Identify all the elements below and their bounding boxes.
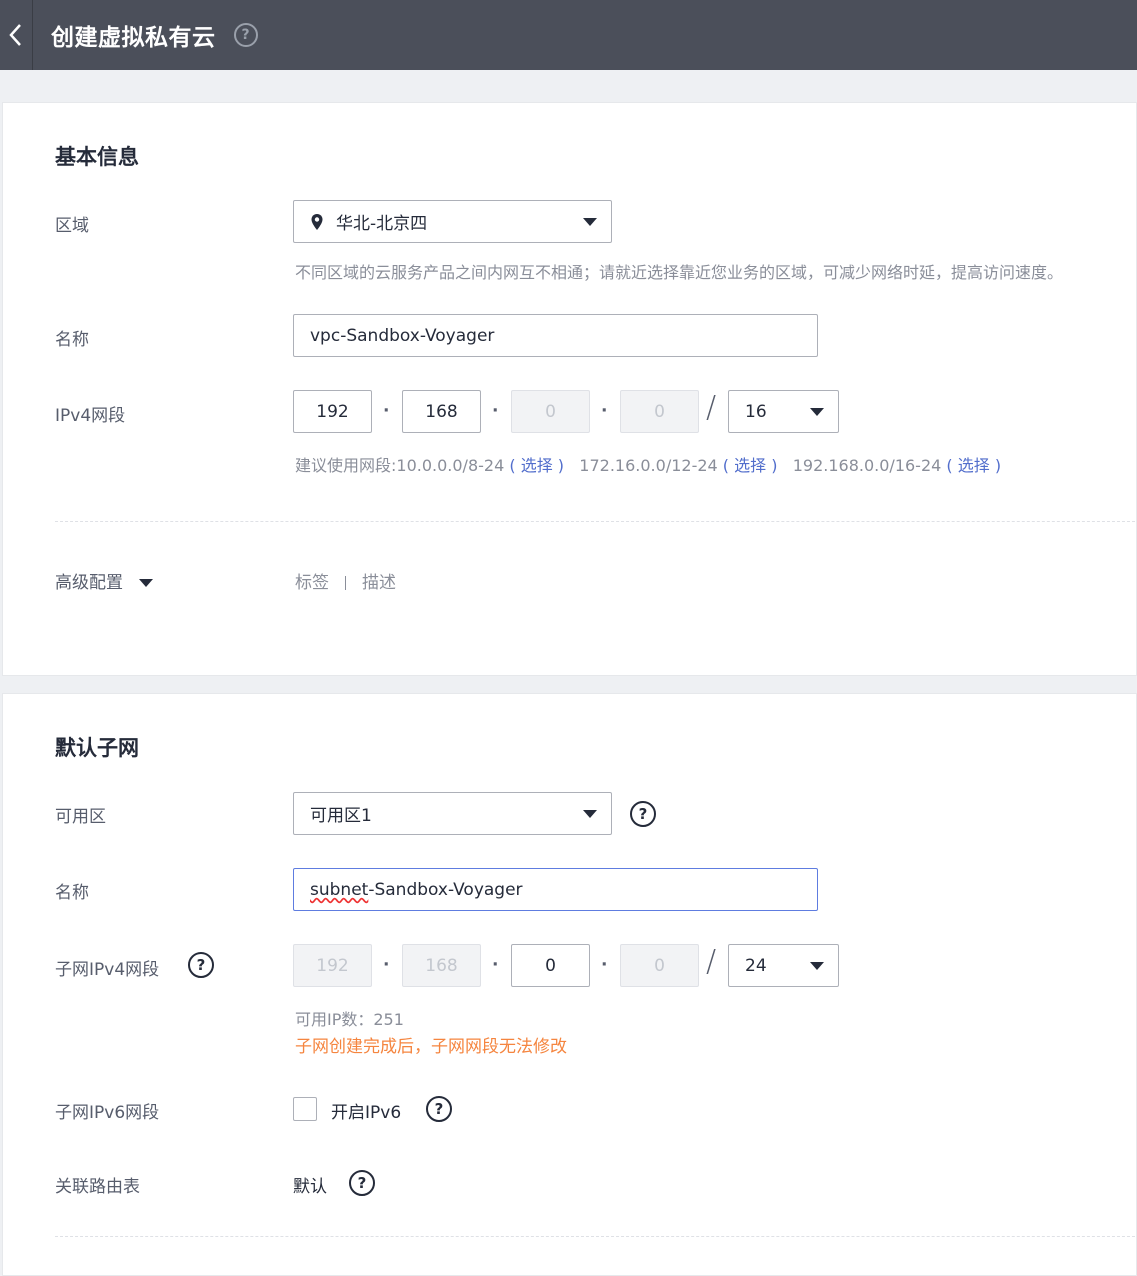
tag-label: 标签 xyxy=(295,573,329,593)
ipv4-label: IPv4网段 xyxy=(55,406,126,426)
subnet-ipv6-label: 子网IPv6网段 xyxy=(55,1103,160,1123)
ipv6-help-icon[interactable]: ? xyxy=(426,1096,452,1122)
subnet-mask-select[interactable]: 24 xyxy=(728,944,839,987)
subnet-name-value-rest: -Sandbox-Voyager xyxy=(368,879,523,900)
ip-dot: · xyxy=(601,955,608,975)
separator xyxy=(345,576,346,590)
subnet-ipv4-help-icon[interactable]: ? xyxy=(188,952,214,978)
ipv4-mask-select[interactable]: 16 xyxy=(728,390,839,433)
ipv4-octet-4: 0 xyxy=(620,390,699,433)
top-bar: 创建虚拟私有云 ? xyxy=(0,0,1137,70)
subnet-name-value-underlined: subnet xyxy=(310,879,369,900)
dashed-divider xyxy=(55,521,1137,522)
ipv4-mask-value: 16 xyxy=(745,401,767,422)
subnet-octet-3[interactable]: 0 xyxy=(511,944,590,987)
ip-dot: · xyxy=(492,955,499,975)
caret-down-icon xyxy=(583,810,597,818)
advanced-config-label: 高级配置 xyxy=(55,573,123,593)
page-title: 创建虚拟私有云 xyxy=(51,25,216,51)
section-title-default-subnet: 默认子网 xyxy=(55,736,139,760)
ipv4-octet-1[interactable]: 192 xyxy=(293,390,372,433)
region-label: 区域 xyxy=(55,216,89,236)
chevron-left-icon xyxy=(9,24,21,46)
az-help-icon[interactable]: ? xyxy=(630,801,656,827)
ip-dot: · xyxy=(383,401,390,421)
suggestion-prefix: 建议使用网段:10.0.0.0/8-24 xyxy=(295,456,505,475)
caret-down-icon xyxy=(810,408,824,416)
suggestion-range-2: 172.16.0.0/12-24 xyxy=(579,456,718,475)
route-table-help-icon[interactable]: ? xyxy=(349,1170,375,1196)
section-title-basic-info: 基本信息 xyxy=(55,145,139,169)
mask-slash: / xyxy=(706,944,717,979)
az-label: 可用区 xyxy=(55,807,106,827)
advanced-summary: 标签 描述 xyxy=(295,568,396,593)
subnet-name-label: 名称 xyxy=(55,883,89,903)
ipv4-octet-2[interactable]: 168 xyxy=(402,390,481,433)
description-label: 描述 xyxy=(362,573,396,593)
basic-info-card: 基本信息 区域 华北-北京四 不同区域的云服务产品之间内网互不相通；请就近选择靠… xyxy=(2,102,1137,676)
az-select[interactable]: 可用区1 xyxy=(293,792,612,835)
mask-slash: / xyxy=(706,390,717,425)
region-select[interactable]: 华北-北京四 xyxy=(293,200,612,243)
dashed-divider xyxy=(55,1236,1137,1237)
ipv4-suggestion: 建议使用网段:10.0.0.0/8-24 ( 选择 ) 172.16.0.0/1… xyxy=(295,452,1001,476)
vpc-name-label: 名称 xyxy=(55,330,89,350)
region-value: 华北-北京四 xyxy=(336,214,428,234)
route-table-value: 默认 xyxy=(293,1177,327,1197)
topbar-divider xyxy=(32,0,33,70)
caret-down-icon xyxy=(583,218,597,226)
subnet-name-input[interactable]: subnet -Sandbox-Voyager xyxy=(293,868,818,911)
choose-link-3[interactable]: ( 选择 ) xyxy=(946,456,1001,475)
ip-dot: · xyxy=(492,401,499,421)
default-subnet-card: 默认子网 可用区 可用区1 ? 名称 subnet -Sandbox-Voyage… xyxy=(2,693,1137,1276)
subnet-warning: 子网创建完成后，子网网段无法修改 xyxy=(295,1037,567,1057)
subnet-octet-1: 192 xyxy=(293,944,372,987)
ip-dot: · xyxy=(601,401,608,421)
subnet-ipv4-label: 子网IPv4网段 xyxy=(55,960,160,980)
subnet-octet-2: 168 xyxy=(402,944,481,987)
back-button[interactable] xyxy=(0,0,32,70)
ipv4-octet-3: 0 xyxy=(511,390,590,433)
question-circle-icon[interactable]: ? xyxy=(233,23,258,47)
caret-down-icon xyxy=(810,962,824,970)
region-hint: 不同区域的云服务产品之间内网互不相通；请就近选择靠近您业务的区域，可减少网络时延… xyxy=(295,263,1064,282)
choose-link-2[interactable]: ( 选择 ) xyxy=(723,456,778,475)
az-value: 可用区1 xyxy=(310,806,372,826)
caret-down-icon xyxy=(139,579,153,587)
advanced-config-toggle[interactable]: 高级配置 xyxy=(55,568,153,593)
enable-ipv6-label: 开启IPv6 xyxy=(331,1103,402,1123)
ip-dot: · xyxy=(383,955,390,975)
vpc-name-input[interactable]: vpc-Sandbox-Voyager xyxy=(293,314,818,357)
enable-ipv6-checkbox[interactable] xyxy=(293,1097,317,1121)
subnet-mask-value: 24 xyxy=(745,955,767,976)
available-ips: 可用IP数：251 xyxy=(295,1010,404,1029)
route-table-label: 关联路由表 xyxy=(55,1177,140,1197)
vpc-name-value: vpc-Sandbox-Voyager xyxy=(310,325,495,346)
choose-link-1[interactable]: ( 选择 ) xyxy=(509,456,564,475)
subnet-octet-4: 0 xyxy=(620,944,699,987)
location-pin-icon xyxy=(311,213,323,230)
suggestion-range-3: 192.168.0.0/16-24 xyxy=(792,456,942,475)
